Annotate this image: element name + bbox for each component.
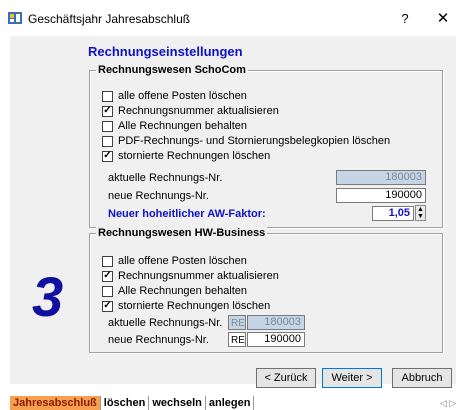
group-schocom: Rechnungswesen SchoCom alle offene Poste… — [89, 64, 443, 228]
new-number-field[interactable]: 190000 — [336, 188, 426, 203]
checkbox-box[interactable] — [102, 255, 113, 267]
window-title: Geschäftsjahr Jahresabschluß — [28, 12, 191, 26]
checkbox-box[interactable] — [102, 150, 113, 162]
current-number-field: 180003 — [336, 170, 426, 185]
current-number-field-2: 180003 — [247, 315, 305, 330]
tab-loeschen[interactable]: löschen — [100, 396, 150, 410]
tab-wechseln[interactable]: wechseln — [149, 396, 206, 410]
help-button[interactable]: ? — [392, 9, 418, 29]
app-icon — [8, 12, 22, 24]
checkbox-box[interactable] — [102, 90, 113, 102]
checkbox-alle-rechnungen-2[interactable]: Alle Rechnungen behalten — [102, 284, 247, 298]
checkbox-rechnungsnummer[interactable]: Rechnungsnummer aktualisieren — [102, 104, 279, 118]
current-number-label: aktuelle Rechnungs-Nr. — [108, 172, 223, 184]
cancel-button[interactable]: Abbruch — [392, 368, 452, 388]
factor-spinner[interactable]: ▲ ▼ — [415, 205, 426, 221]
checkbox-alle-rechnungen[interactable]: Alle Rechnungen behalten — [102, 119, 247, 133]
checkbox-alle-offene-posten-2[interactable]: alle offene Posten löschen — [102, 254, 247, 268]
checkbox-label: stornierte Rechnungen löschen — [118, 150, 271, 162]
spinner-down-icon[interactable]: ▼ — [416, 213, 425, 220]
checkbox-stornierte-2[interactable]: stornierte Rechnungen löschen — [102, 299, 270, 313]
factor-label: Neuer hoheitlicher AW-Faktor: — [108, 208, 266, 220]
new-number-field-2[interactable]: 190000 — [247, 332, 305, 347]
checkbox-label: alle offene Posten löschen — [118, 90, 247, 102]
checkbox-label: Rechnungsnummer aktualisieren — [118, 105, 279, 117]
tab-scroll-arrows-icon[interactable]: ◁ ▷ — [440, 398, 456, 409]
new-number-label: neue Rechnungs-Nr. — [108, 190, 209, 202]
checkbox-alle-offene-posten[interactable]: alle offene Posten löschen — [102, 89, 247, 103]
next-button[interactable]: Weiter > — [322, 368, 382, 388]
checkbox-label: alle offene Posten löschen — [118, 255, 247, 267]
title-bar: Geschäftsjahr Jahresabschluß ? ✕ — [0, 0, 462, 36]
tab-anlegen[interactable]: anlegen — [205, 396, 255, 410]
new-number-label-2: neue Rechnungs-Nr. — [108, 334, 209, 346]
checkbox-rechnungsnummer-2[interactable]: Rechnungsnummer aktualisieren — [102, 269, 279, 283]
checkbox-label: PDF-Rechnungs- und Stornierungsbelegkopi… — [118, 135, 391, 147]
checkbox-box[interactable] — [102, 105, 113, 117]
new-prefix-field[interactable]: RE — [228, 332, 246, 347]
checkbox-box[interactable] — [102, 300, 113, 312]
spinner-up-icon[interactable]: ▲ — [416, 206, 425, 213]
group-hw-business: Rechnungswesen HW-Business alle offene P… — [89, 227, 443, 353]
checkbox-box[interactable] — [102, 285, 113, 297]
current-prefix-field: RE — [228, 315, 246, 330]
step-number: 3 — [32, 265, 64, 328]
page-title: Rechnungseinstellungen — [88, 44, 243, 59]
factor-field[interactable]: 1,05 — [372, 206, 414, 221]
checkbox-label: Rechnungsnummer aktualisieren — [118, 270, 279, 282]
back-button[interactable]: < Zurück — [256, 368, 316, 388]
checkbox-label: Alle Rechnungen behalten — [118, 120, 248, 132]
sheet-tab-bar: Jahresabschluß löschen wechseln anlegen — [10, 396, 255, 410]
dialog-client: Rechnungseinstellungen Rechnungswesen Sc… — [10, 36, 456, 388]
tab-jahresabschluss[interactable]: Jahresabschluß — [10, 396, 101, 410]
checkbox-stornierte[interactable]: stornierte Rechnungen löschen — [102, 149, 270, 163]
checkbox-box[interactable] — [102, 135, 113, 147]
checkbox-label: stornierte Rechnungen löschen — [118, 300, 271, 312]
checkbox-box[interactable] — [102, 270, 113, 282]
current-number-label-2: aktuelle Rechnungs-Nr. — [108, 317, 223, 329]
group-hw-business-legend: Rechnungswesen HW-Business — [96, 227, 268, 239]
checkbox-box[interactable] — [102, 120, 113, 132]
close-button[interactable]: ✕ — [430, 9, 456, 29]
group-schocom-legend: Rechnungswesen SchoCom — [96, 64, 248, 76]
checkbox-label: Alle Rechnungen behalten — [118, 285, 248, 297]
checkbox-pdf-kopien[interactable]: PDF-Rechnungs- und Stornierungsbelegkopi… — [102, 134, 390, 148]
